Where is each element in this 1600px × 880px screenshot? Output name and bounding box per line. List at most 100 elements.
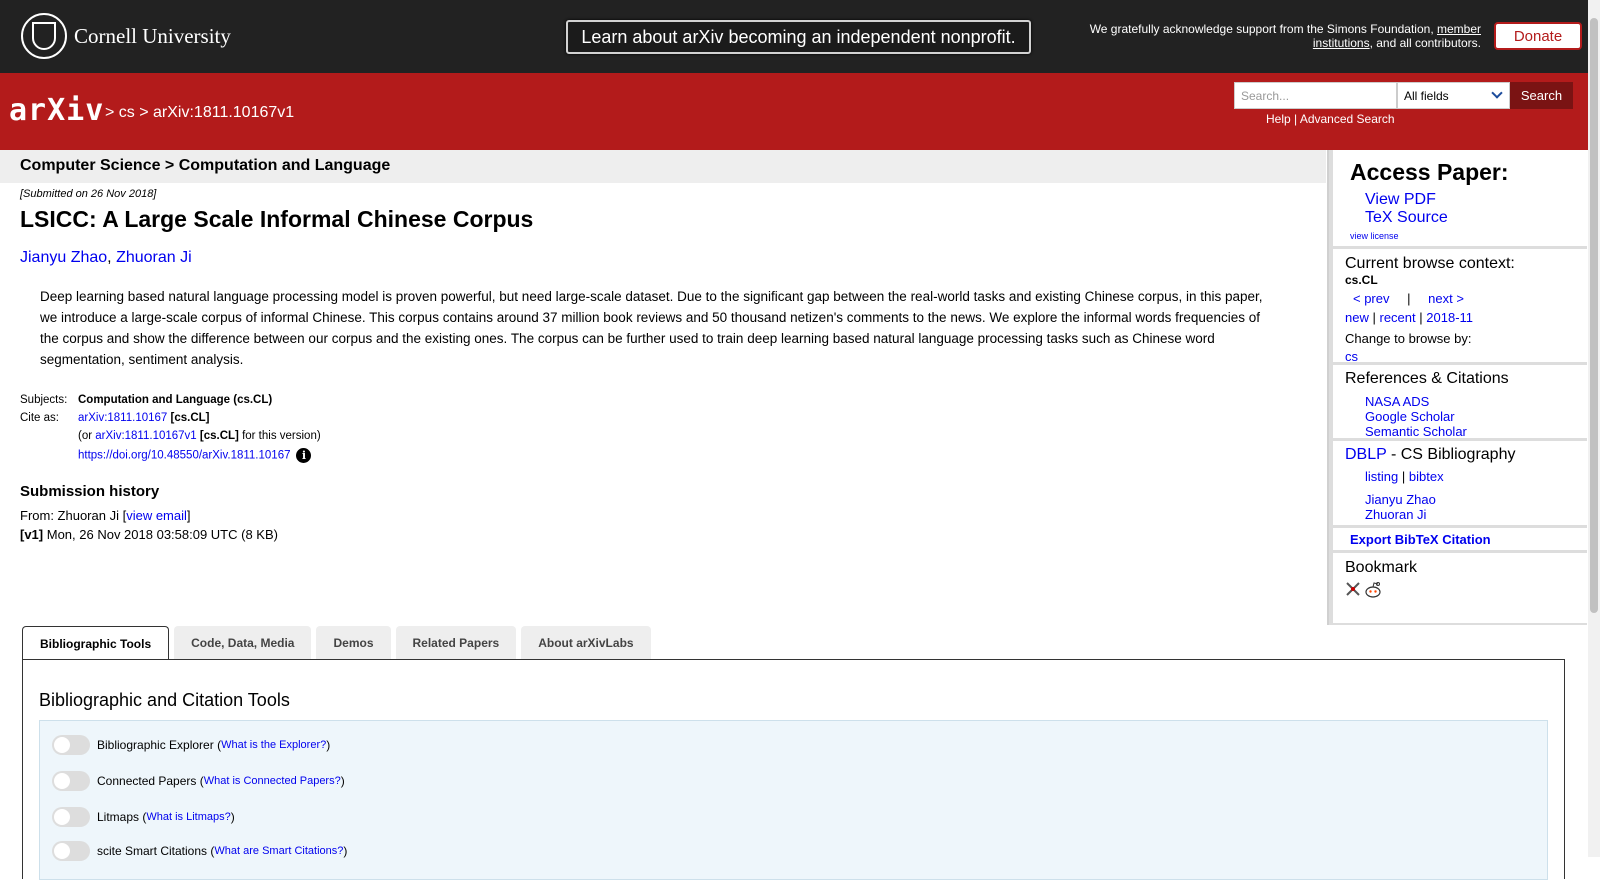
paper-title: LSICC: A Large Scale Informal Chinese Co…: [20, 206, 534, 232]
submission-from: From: Zhuoran Ji [view email]: [20, 508, 191, 523]
connected-papers-info-link[interactable]: What is Connected Papers?: [204, 775, 341, 787]
access-paper-title: Access Paper:: [1350, 159, 1509, 185]
google-scholar-link[interactable]: Google Scholar: [1365, 409, 1587, 424]
cite-row: Cite as: arXiv:1811.10167 [cs.CL]: [20, 412, 210, 424]
arxiv-logo[interactable]: arXiv: [9, 93, 104, 128]
sidebar: Access Paper: View PDF TeX Source view l…: [1327, 150, 1587, 625]
advanced-search-link[interactable]: Advanced Search: [1300, 112, 1395, 126]
bibtex-link[interactable]: bibtex: [1409, 469, 1444, 484]
submission-date: [Submitted on 26 Nov 2018]: [20, 188, 157, 200]
breadcrumb-id: arXiv:1811.10167v1: [153, 104, 295, 121]
tab-demos[interactable]: Demos: [316, 626, 391, 659]
tab-bibliographic-tools[interactable]: Bibliographic Tools: [22, 626, 170, 660]
references-title: References & Citations: [1345, 370, 1509, 387]
donate-button[interactable]: Donate: [1494, 22, 1582, 50]
browse-category: cs.CL: [1345, 273, 1378, 287]
subject-header: Computer Science > Computation and Langu…: [0, 150, 1326, 183]
explorer-info-link[interactable]: What is the Explorer?: [221, 739, 326, 751]
acknowledgement-text: We gratefully acknowledge support from t…: [1089, 22, 1481, 50]
browse-lists: new | recent | 2018-11: [1345, 310, 1474, 325]
reddit-icon[interactable]: [1364, 581, 1382, 599]
cornell-name: Cornell University: [74, 23, 231, 48]
arxiv-logo-text: arXiv: [9, 93, 105, 128]
scite-toggle[interactable]: [52, 841, 90, 861]
dblp-title: DBLP - CS Bibliography: [1345, 446, 1516, 463]
cite-version-link[interactable]: arXiv:1811.10167v1: [95, 430, 196, 442]
litmaps-toggle[interactable]: [52, 807, 90, 827]
tool-row: Bibliographic Explorer (What is the Expl…: [52, 735, 330, 755]
nonprofit-banner-button[interactable]: Learn about arXiv becoming an independen…: [566, 20, 1031, 54]
references-box: References & Citations NASA ADS Google S…: [1333, 365, 1587, 439]
listing-link[interactable]: listing: [1365, 469, 1398, 484]
dblp-author-link[interactable]: Zhuoran Ji: [1365, 507, 1587, 522]
connected-papers-toggle[interactable]: [52, 771, 90, 791]
tab-about-arxivlabs[interactable]: About arXivLabs: [521, 626, 651, 659]
search-field-select[interactable]: All fields: [1397, 82, 1510, 109]
doi-link[interactable]: https://doi.org/10.48550/arXiv.1811.1016…: [78, 450, 290, 462]
new-link[interactable]: new: [1345, 310, 1369, 325]
submission-history-title: Submission history: [20, 483, 160, 500]
search-button[interactable]: Search: [1510, 82, 1573, 109]
info-icon[interactable]: i: [296, 448, 312, 463]
recent-link[interactable]: recent: [1380, 310, 1416, 325]
author-link[interactable]: Zhuoran Ji: [116, 249, 192, 266]
view-pdf-link[interactable]: View PDF: [1365, 191, 1587, 209]
tab-code-data-media[interactable]: Code, Data, Media: [174, 626, 312, 659]
tex-source-link[interactable]: TeX Source: [1365, 209, 1587, 227]
dblp-link[interactable]: DBLP: [1345, 446, 1387, 463]
tools-list: Bibliographic Explorer (What is the Expl…: [39, 720, 1548, 880]
semantic-scholar-link[interactable]: Semantic Scholar: [1365, 424, 1587, 439]
month-link[interactable]: 2018-11: [1426, 310, 1473, 325]
bibsonomy-icon[interactable]: [1345, 581, 1361, 597]
bookmark-box: Bookmark: [1333, 553, 1587, 623]
chevron-down-icon: [1491, 87, 1503, 99]
browse-nav: < prev | next >: [1353, 291, 1464, 306]
view-email-link[interactable]: view email: [126, 508, 187, 523]
tool-row: Connected Papers (What is Connected Pape…: [52, 771, 345, 791]
bookmark-icons: [1345, 581, 1587, 599]
search-help-links: Help | Advanced Search: [1266, 112, 1395, 126]
arxiv-header: arXiv > cs > arXiv:1811.10167v1 All fiel…: [0, 73, 1588, 150]
subjects-row: Subjects: Computation and Language (cs.C…: [20, 394, 273, 406]
dblp-box: DBLP - CS Bibliography listing | bibtex …: [1333, 441, 1587, 525]
abstract: Deep learning based natural language pro…: [40, 289, 1263, 367]
cornell-seal-icon: [21, 13, 67, 59]
help-link[interactable]: Help: [1266, 112, 1291, 126]
nasa-ads-link[interactable]: NASA ADS: [1365, 394, 1587, 409]
access-paper-box: Access Paper: View PDF TeX Source view l…: [1333, 150, 1587, 246]
tab-panel: Bibliographic and Citation Tools Bibliog…: [22, 659, 1565, 880]
author-list: Jianyu Zhao, Zhuoran Ji: [20, 249, 192, 266]
tab-related-papers[interactable]: Related Papers: [395, 626, 517, 659]
export-bibtex-link[interactable]: Export BibTeX Citation: [1350, 532, 1587, 547]
version-entry: [v1] Mon, 26 Nov 2018 03:58:09 UTC (8 KB…: [20, 527, 278, 542]
view-license-link[interactable]: view license: [1350, 231, 1587, 241]
cite-id-link[interactable]: arXiv:1811.10167: [78, 412, 167, 424]
tool-row: Litmaps (What is Litmaps?): [52, 807, 235, 827]
breadcrumb: > cs > arXiv:1811.10167v1: [105, 104, 295, 121]
doi-row: https://doi.org/10.48550/arXiv.1811.1016…: [20, 448, 321, 463]
browse-context-box: Current browse context: cs.CL < prev | n…: [1333, 249, 1587, 364]
scite-info-link[interactable]: What are Smart Citations?: [214, 845, 343, 857]
next-link[interactable]: next >: [1428, 291, 1464, 306]
browse-context-title: Current browse context:: [1345, 255, 1515, 272]
tools-title: Bibliographic and Citation Tools: [39, 690, 290, 710]
cornell-logo[interactable]: Cornell University: [21, 13, 231, 59]
search-input[interactable]: [1234, 82, 1397, 109]
prev-link[interactable]: < prev: [1353, 291, 1390, 306]
browse-cs-link[interactable]: cs: [1345, 349, 1587, 364]
author-link[interactable]: Jianyu Zhao: [20, 249, 107, 266]
change-browse-label: Change to browse by:: [1345, 331, 1472, 346]
top-banner-bar: Cornell University Learn about arXiv bec…: [0, 0, 1600, 73]
export-box: Export BibTeX Citation: [1333, 528, 1587, 550]
labs-tabs: Bibliographic Tools Code, Data, Media De…: [22, 626, 656, 660]
dblp-links: listing | bibtex: [1365, 469, 1444, 484]
cite-version-row: (or arXiv:1811.10167v1 [cs.CL] for this …: [78, 430, 321, 442]
bookmark-title: Bookmark: [1345, 559, 1418, 576]
paper-metadata: Subjects: Computation and Language (cs.C…: [20, 394, 321, 469]
scrollbar-thumb[interactable]: [1590, 18, 1598, 613]
litmaps-info-link[interactable]: What is Litmaps?: [146, 811, 230, 823]
explorer-toggle[interactable]: [52, 735, 90, 755]
tool-row: scite Smart Citations (What are Smart Ci…: [52, 841, 347, 861]
dblp-author-link[interactable]: Jianyu Zhao: [1365, 492, 1587, 507]
breadcrumb-cs[interactable]: cs: [119, 104, 135, 121]
